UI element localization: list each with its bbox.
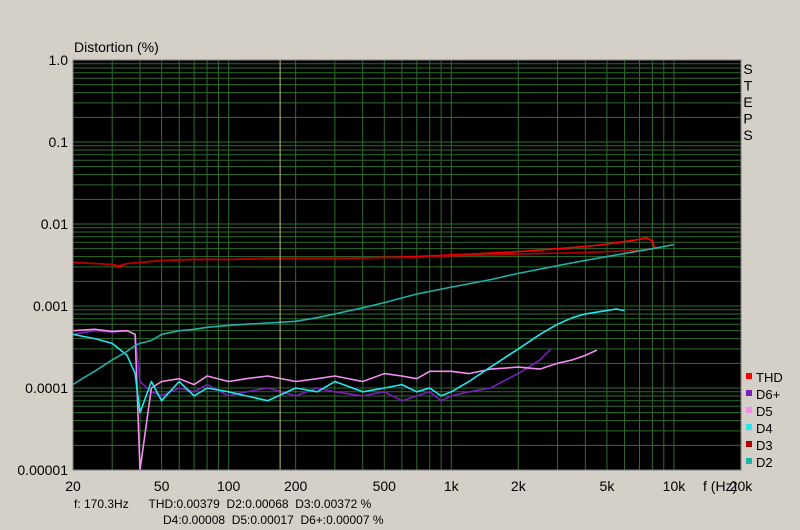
steps-letter: P — [743, 111, 752, 127]
x-tick-label: 5k — [600, 478, 616, 494]
y-tick-labels: 1.0 0.1 0.01 0.001 0.0001 0.00001 — [17, 52, 68, 478]
x-tick-label: 500 — [373, 478, 397, 494]
steps-letter: E — [743, 94, 752, 110]
y-tick-label: 0.1 — [49, 134, 69, 150]
legend-swatch — [746, 458, 752, 464]
readout-line-1: f: 170.3Hz THD:0.00379 D2:0.00068 D3:0.0… — [74, 497, 372, 511]
steps-letter: S — [743, 61, 752, 77]
legend-swatch — [746, 441, 752, 447]
legend-swatch — [746, 390, 752, 396]
legend-label: D2 — [756, 455, 773, 470]
steps-side-label: STEPS — [743, 61, 752, 143]
x-tick-label: 1k — [444, 478, 460, 494]
steps-letter: S — [743, 127, 752, 143]
legend-label: THD — [756, 370, 783, 385]
legend-swatch — [746, 424, 752, 430]
y-tick-label: 0.00001 — [17, 462, 68, 478]
legend-label: D3 — [756, 438, 773, 453]
legend-swatch — [746, 407, 752, 413]
plot-area[interactable] — [73, 60, 741, 470]
x-tick-label: 20 — [65, 478, 81, 494]
y-tick-label: 0.01 — [41, 216, 68, 232]
x-tick-label: 10k — [663, 478, 687, 494]
steps-letter: T — [744, 78, 753, 94]
readout-line-2: D4:0.00008 D5:0.00017 D6+:0.00007 % — [163, 513, 384, 527]
legend-label: D5 — [756, 404, 773, 419]
legend-swatch — [746, 373, 752, 379]
y-tick-label: 0.0001 — [25, 380, 68, 396]
legend-label: D4 — [756, 421, 773, 436]
x-tick-label: 50 — [154, 478, 170, 494]
x-tick-label: 200 — [284, 478, 308, 494]
x-tick-label: 2k — [511, 478, 527, 494]
y-axis-label: Distortion (%) — [74, 39, 159, 55]
y-tick-label: 0.001 — [33, 298, 68, 314]
x-tick-label: 100 — [217, 478, 241, 494]
y-tick-label: 1.0 — [49, 52, 69, 68]
x-axis-label: f (Hz) — [703, 478, 737, 494]
distortion-chart: Distortion (%) 1.0 0.1 0.01 0.001 0.0001 0.00… — [17, 39, 783, 527]
legend: THD D6+ D5 D4 D3 D2 — [746, 370, 783, 470]
legend-label: D6+ — [756, 387, 780, 402]
x-tick-labels: 20 50 100 200 500 1k 2k 5k 10k 20k — [65, 478, 753, 494]
